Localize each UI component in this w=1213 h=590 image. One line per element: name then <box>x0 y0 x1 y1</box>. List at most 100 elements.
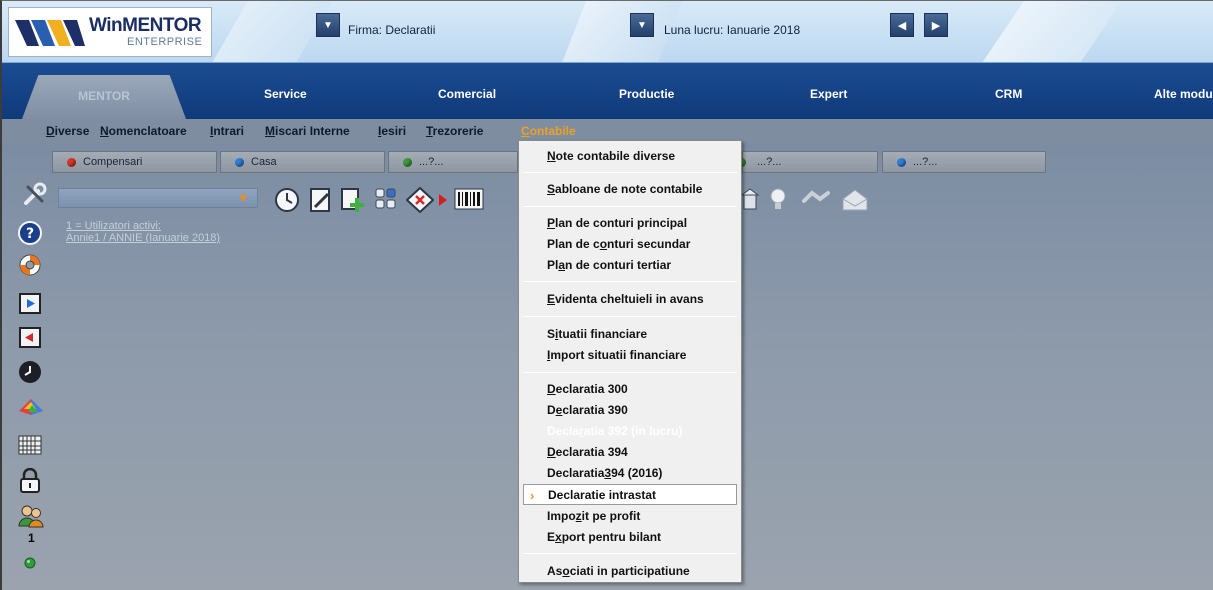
tab-crm[interactable]: CRM <box>995 87 1022 107</box>
label: n de conturi tertiar <box>565 257 672 272</box>
arrow-right-icon: ▶ <box>931 19 941 32</box>
handshake-icon[interactable] <box>802 187 830 211</box>
menu-diverse-accel: D <box>46 124 55 138</box>
menu-nomenclatoare-accel: N <box>100 124 109 138</box>
menu-item-note-contabile-diverse[interactable]: Note contabile diverse <box>523 145 737 166</box>
shortcut-casa[interactable]: Casa <box>220 151 385 173</box>
calendar-previous-icon[interactable] <box>18 325 42 349</box>
menu-contabile-accel: C <box>521 124 530 138</box>
luna-dropdown-button[interactable]: ▼ <box>630 13 654 37</box>
next-month-button[interactable]: ▶ <box>924 13 948 37</box>
lifebuoy-icon[interactable] <box>18 253 42 277</box>
tab-expert[interactable]: Expert <box>810 87 847 107</box>
accel: N <box>547 148 556 163</box>
menu-miscari-interne[interactable]: Miscari Interne <box>265 124 350 138</box>
shortcut-compensari[interactable]: Compensari <box>52 151 217 173</box>
help-icon[interactable]: ? <box>18 221 42 245</box>
menu-trezorerie[interactable]: Trezorerie <box>426 124 483 138</box>
grid-icon[interactable] <box>374 187 398 211</box>
menu-item-plan-conturi-principal[interactable]: Plan de conturi principal <box>523 212 737 233</box>
active-user-entry[interactable]: Annie1 / ANNIE (Ianuarie 2018) <box>66 232 220 244</box>
cancel-diamond-icon[interactable] <box>406 187 434 213</box>
menu-item-impozit-pe-profit[interactable]: Impo z it pe profit <box>523 505 737 526</box>
module-tabs: MENTOR Service Comercial Productie Exper… <box>2 63 1213 119</box>
separator <box>523 316 737 317</box>
accel: a <box>558 257 566 272</box>
calendar-next-icon[interactable] <box>18 291 42 315</box>
tab-productie[interactable]: Productie <box>619 87 674 107</box>
menu-contabile[interactable]: Contabile <box>521 124 576 138</box>
luna-selector[interactable]: Luna lucru: Ianuarie 2018 <box>664 23 800 37</box>
menu-miscari-accel: M <box>265 124 275 138</box>
mail-icon[interactable] <box>840 187 870 213</box>
tab-comercial[interactable]: Comercial <box>438 87 496 107</box>
menu-item-export-pentru-bilant[interactable]: Ex port pentru bilant <box>523 526 737 547</box>
menu-diverse[interactable]: Diverse <box>46 124 89 138</box>
menu-item-situatii-financiare[interactable]: Si tuatii financiare <box>523 323 737 344</box>
separator <box>523 172 737 173</box>
menu-item-plan-conturi-secundar[interactable]: Plan de c o nturi secundar <box>523 233 737 254</box>
shortcut-empty-3[interactable]: ...?... <box>882 151 1046 173</box>
menu-item-declaratia-300[interactable]: Declaratia 300 <box>523 378 737 399</box>
clock-icon[interactable] <box>274 187 300 213</box>
logo-subtext: ENTERPRISE <box>127 36 203 48</box>
svg-text:?: ? <box>26 226 34 242</box>
edit-document-icon[interactable] <box>308 187 334 213</box>
active-users-count: 1 = Utilizatori activi: <box>66 220 162 232</box>
label-pre: Pl <box>547 257 559 272</box>
menu-iesiri-label: esiri <box>381 124 407 138</box>
tab-alte-module[interactable]: Alte modu <box>1154 87 1213 107</box>
add-document-icon[interactable] <box>340 187 368 213</box>
arrow-left-icon: ◀ <box>897 19 907 32</box>
color-palette-icon[interactable] <box>18 397 44 417</box>
menu-item-evidenta-cheltuieli-avans[interactable]: Evidenta cheltuieli in avans <box>523 288 737 309</box>
tab-mentor-label: MENTOR <box>78 89 130 103</box>
tab-mentor[interactable]: MENTOR <box>22 75 186 119</box>
menu-iesiri[interactable]: Iesiri <box>378 124 406 138</box>
label-pre: Declaratia <box>547 465 605 480</box>
firma-selector[interactable]: Firma: Declaratii <box>348 23 435 37</box>
status-dot-icon <box>897 158 906 167</box>
lock-icon[interactable] <box>18 468 42 494</box>
menu-item-declaratia-394[interactable]: Declaratia 394 <box>523 441 737 462</box>
tab-service[interactable]: Service <box>264 87 307 107</box>
accel: x <box>555 529 562 544</box>
users-icon[interactable] <box>18 504 44 528</box>
active-users-info: 1 = Utilizatori activi: Annie1 / ANNIE (… <box>66 220 220 244</box>
barcode-icon[interactable] <box>454 187 484 211</box>
menu-nomenclatoare[interactable]: Nomenclatoare <box>100 124 187 138</box>
clock-icon[interactable] <box>18 360 42 384</box>
label: atia 392 (in lucru) <box>583 423 683 438</box>
menu-item-declaratia-394-2016[interactable]: Declaratia 3 94 (2016) <box>523 462 737 483</box>
label: videnta cheltuieli in avans <box>555 291 704 306</box>
shortcut-empty-1[interactable]: ...?... <box>388 151 518 173</box>
accel: D <box>547 444 556 459</box>
play-arrow-icon[interactable] <box>438 193 448 207</box>
menu-item-declaratie-intrastat[interactable]: › Declaratie intrastat <box>523 484 737 505</box>
firma-label: Firma: <box>348 23 382 37</box>
building-icon[interactable] <box>740 187 760 211</box>
shortcut-empty-2[interactable]: ...?... <box>737 151 878 173</box>
search-combo[interactable]: ▼ <box>58 188 258 208</box>
menu-item-sabloane-note-contabile[interactable]: Sabloane de note contabile <box>523 178 737 199</box>
firma-value: Declaratii <box>385 23 436 37</box>
label-pre: S <box>547 326 556 341</box>
menu-item-declaratia-390[interactable]: De claratia 390 <box>523 399 737 420</box>
luna-label: Luna lucru: <box>664 23 724 37</box>
calculator-grid-icon[interactable] <box>18 435 42 455</box>
firma-dropdown-button[interactable]: ▼ <box>316 13 340 37</box>
tools-icon[interactable] <box>22 181 48 207</box>
menu-item-plan-conturi-tertiar[interactable]: Pl a n de conturi tertiar <box>523 254 737 275</box>
prev-month-button[interactable]: ◀ <box>890 13 914 37</box>
label: port pentru bilant <box>561 529 662 544</box>
menu-intrari[interactable]: Intrari <box>210 124 244 138</box>
app-window: WinMENTOR ENTERPRISE ▼ Firma: Declaratii… <box>0 0 1213 590</box>
label-pre: D <box>547 402 556 417</box>
menu-item-import-situatii-financiare[interactable]: Import situatii financiare <box>523 344 737 365</box>
menu-item-asociati-participatiune[interactable]: As o ciati in participatiune <box>523 560 737 581</box>
separator <box>523 553 737 554</box>
accel: 3 <box>604 465 612 480</box>
menu-item-declaratia-392: Decla r atia 392 (in lucru) <box>523 420 737 441</box>
lightbulb-icon[interactable] <box>768 187 788 213</box>
label: Declaratie intrastat <box>548 487 657 502</box>
